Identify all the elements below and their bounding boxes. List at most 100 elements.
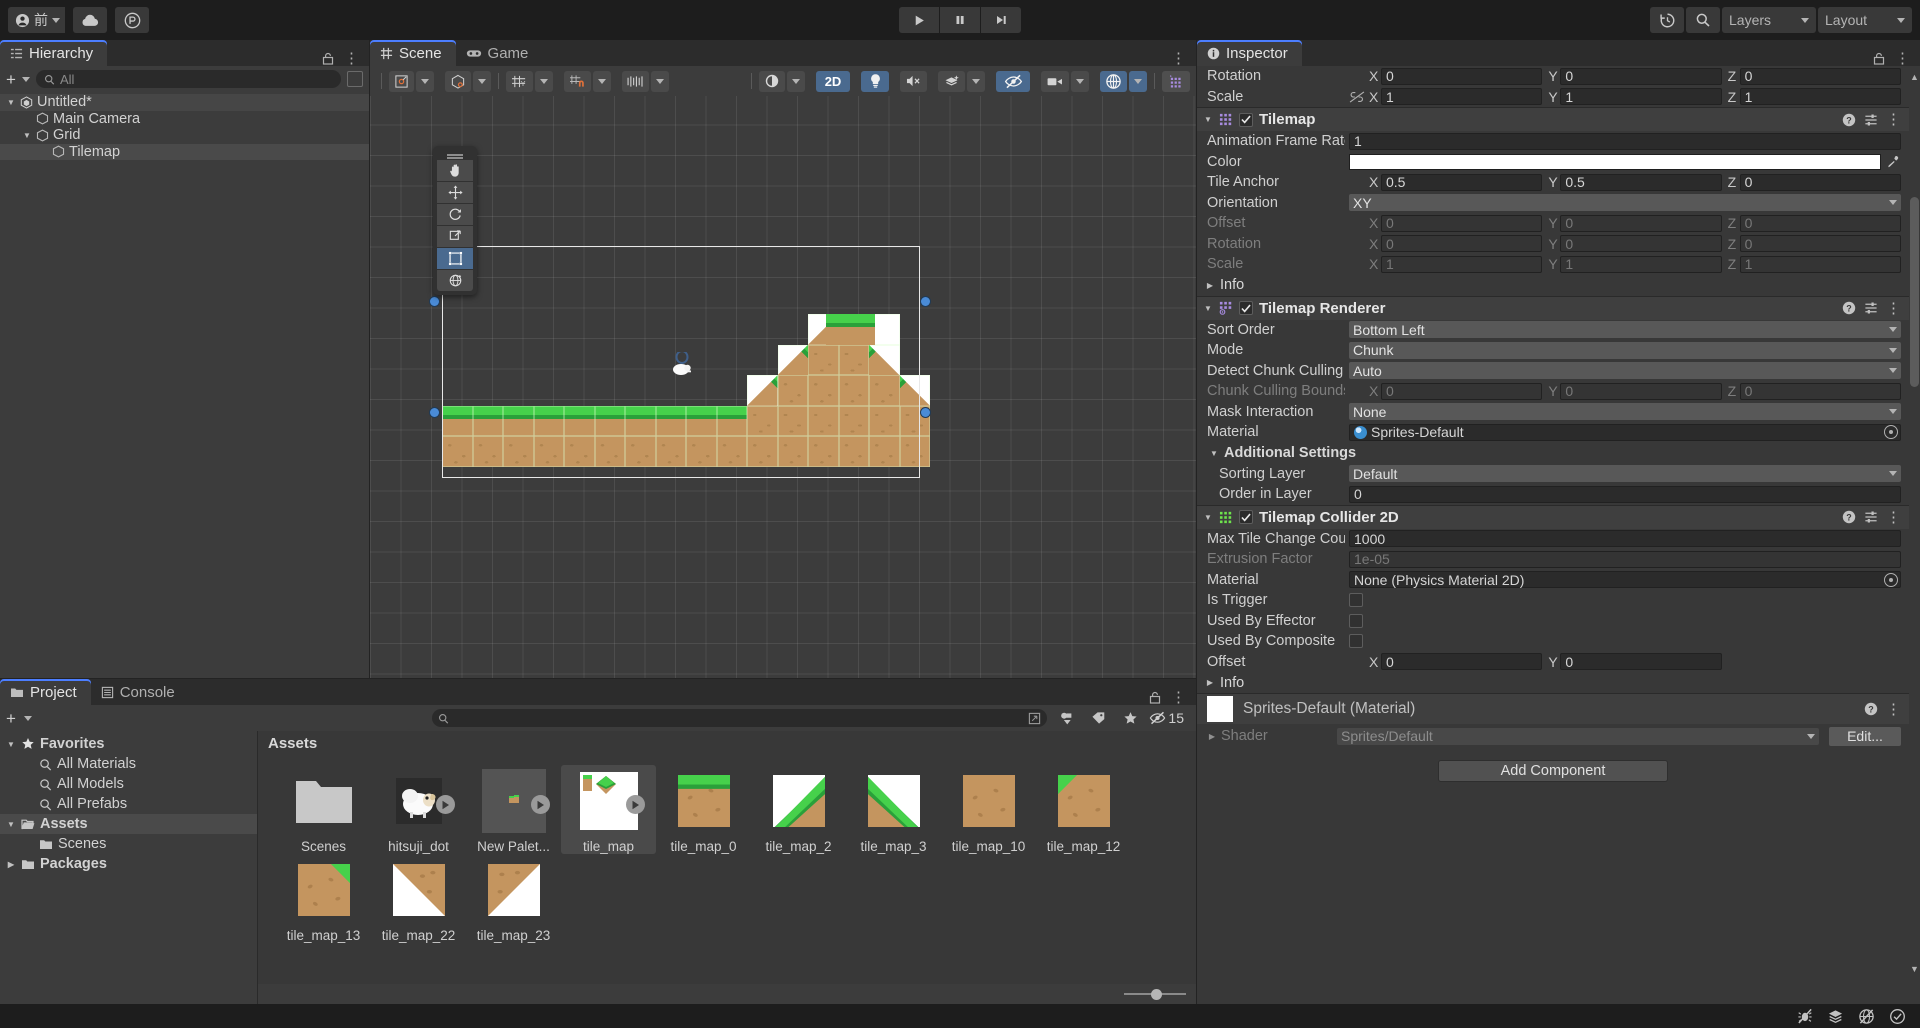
hand-tool[interactable] [437, 160, 473, 181]
component-header[interactable]: ▼Tilemap Collider 2D?⋮ [1197, 506, 1909, 529]
project-tree-item-scenes[interactable]: Scenes [0, 834, 257, 854]
disclosure-triangle-icon[interactable]: ▼ [1203, 513, 1213, 522]
gizmos-dropdown[interactable] [1129, 71, 1147, 92]
dropdown[interactable]: Chunk [1349, 342, 1901, 359]
dropdown[interactable]: Auto [1349, 362, 1901, 379]
scale-y-field[interactable]: 1 [1560, 88, 1721, 105]
chevron-down-icon[interactable] [22, 77, 30, 82]
draw-mode-dropdown[interactable] [787, 71, 805, 92]
layout-dropdown[interactable]: Layout [1818, 7, 1912, 33]
component-enabled-checkbox[interactable] [1239, 510, 1253, 524]
help-icon[interactable]: ? [1864, 702, 1878, 716]
help-icon[interactable]: ? [1842, 113, 1856, 127]
scene-viewport[interactable] [370, 96, 1196, 678]
layers-dropdown[interactable]: Layers [1722, 7, 1816, 33]
rotation-x-field[interactable]: 0 [1381, 68, 1542, 85]
component-menu-icon[interactable]: ⋮ [1886, 510, 1901, 525]
scale-tool[interactable] [437, 226, 473, 247]
object-field[interactable]: Sprites-Default [1349, 424, 1901, 441]
camera-settings-button[interactable] [1041, 71, 1069, 92]
x-input[interactable]: 0.5 [1381, 174, 1542, 191]
step-button[interactable] [981, 7, 1021, 33]
foldout-info[interactable]: ▶Info [1197, 275, 1909, 296]
camera-settings-dropdown[interactable] [1071, 71, 1089, 92]
hierarchy-search-input[interactable]: All [36, 70, 341, 88]
audio-toggle[interactable] [900, 71, 927, 92]
y-input[interactable]: 0 [1560, 235, 1721, 252]
gizmos-toggle[interactable] [1100, 71, 1127, 92]
component-enabled-checkbox[interactable] [1239, 113, 1253, 127]
selection-handle-tl[interactable] [430, 297, 439, 306]
selection-handle-bl[interactable] [430, 408, 439, 417]
hierarchy-item-main-camera[interactable]: Main Camera [0, 111, 369, 128]
filter-by-label-button[interactable] [1085, 708, 1111, 728]
collab-button[interactable] [115, 7, 149, 33]
fx-dropdown[interactable] [967, 71, 985, 92]
layers-stack-icon[interactable] [1827, 1008, 1844, 1024]
hierarchy-item-grid[interactable]: ▼Grid [0, 127, 369, 144]
value-input[interactable]: 1 [1349, 133, 1901, 150]
grid-snap-toggle[interactable] [564, 71, 591, 92]
foldout-additional-settings[interactable]: ▼Additional Settings [1197, 443, 1909, 464]
dropdown[interactable]: None [1349, 403, 1901, 420]
hierarchy-menu-icon[interactable]: ⋮ [344, 51, 359, 66]
tab-game[interactable]: Game [456, 40, 543, 66]
value-input[interactable]: 1000 [1349, 530, 1901, 547]
eye-slash-icon[interactable] [1858, 1008, 1875, 1025]
add-gameobject-button[interactable]: + [6, 71, 16, 88]
shader-dropdown[interactable]: Sprites/Default [1337, 728, 1819, 745]
grid-snap-dropdown[interactable] [593, 71, 611, 92]
component-menu-icon[interactable]: ⋮ [1886, 301, 1901, 316]
disclosure-triangle-icon[interactable]: ▼ [6, 98, 16, 107]
project-menu-icon[interactable]: ⋮ [1171, 690, 1186, 705]
link-off-icon[interactable] [1349, 91, 1365, 103]
disclosure-triangle-icon[interactable]: ▼ [6, 740, 16, 749]
tab-inspector[interactable]: Inspector [1197, 40, 1302, 66]
scroll-up-arrow[interactable]: ▲ [1910, 72, 1919, 82]
object-picker-icon[interactable] [1884, 425, 1898, 439]
project-search-input[interactable] [432, 709, 1047, 727]
lighting-toggle[interactable] [861, 71, 889, 92]
eyedropper-icon[interactable] [1885, 155, 1901, 169]
expand-search-icon[interactable] [1028, 712, 1041, 725]
asset-item[interactable]: New Palet... [466, 765, 561, 854]
x-input[interactable]: 0 [1381, 235, 1542, 252]
project-tree-item-favorites[interactable]: ▼Favorites [0, 734, 257, 754]
z-input[interactable]: 1 [1740, 256, 1901, 273]
rect-tool[interactable] [437, 248, 473, 269]
disclosure-triangle-icon[interactable]: ▼ [6, 820, 16, 829]
preset-icon[interactable] [1864, 510, 1878, 524]
scene-menu-icon[interactable]: ⋮ [1171, 51, 1186, 66]
draw-mode-toggle[interactable] [759, 71, 785, 92]
chevron-down-icon[interactable] [24, 716, 32, 721]
checkbox[interactable] [1349, 634, 1363, 648]
filter-by-type-button[interactable] [1053, 708, 1079, 728]
dropdown[interactable]: XY [1349, 194, 1901, 211]
preset-icon[interactable] [1864, 301, 1878, 315]
value-input[interactable]: 0 [1349, 486, 1901, 503]
asset-item[interactable]: tile_map_0 [656, 765, 751, 854]
asset-expand-icon[interactable] [531, 795, 550, 814]
pause-button[interactable] [940, 7, 980, 33]
scale-x-field[interactable]: 1 [1381, 88, 1542, 105]
create-asset-button[interactable]: + [6, 710, 16, 727]
pivot-mode-dropdown[interactable] [416, 71, 434, 92]
rotation-z-field[interactable]: 0 [1740, 68, 1901, 85]
history-button[interactable] [1650, 7, 1684, 33]
lock-icon[interactable] [1149, 691, 1161, 704]
y-input[interactable]: 0.5 [1560, 174, 1721, 191]
color-swatch[interactable] [1349, 154, 1881, 170]
object-field[interactable]: None (Physics Material 2D) [1349, 571, 1901, 588]
palette-drag-handle[interactable] [437, 150, 473, 159]
hierarchy-item-tilemap[interactable]: Tilemap [0, 144, 369, 161]
scroll-down-arrow[interactable]: ▼ [1910, 964, 1919, 974]
bug-off-icon[interactable] [1797, 1008, 1813, 1024]
asset-item[interactable]: hitsuji_dot [371, 765, 466, 854]
fx-toggle[interactable] [938, 71, 965, 92]
z-input[interactable]: 0 [1740, 383, 1901, 400]
project-tree-item-packages[interactable]: ▶Packages [0, 854, 257, 874]
component-header[interactable]: ▼Tilemap?⋮ [1197, 108, 1909, 131]
y-input[interactable]: 0 [1560, 653, 1721, 670]
y-input[interactable]: 0 [1560, 215, 1721, 232]
component-enabled-checkbox[interactable] [1239, 301, 1253, 315]
